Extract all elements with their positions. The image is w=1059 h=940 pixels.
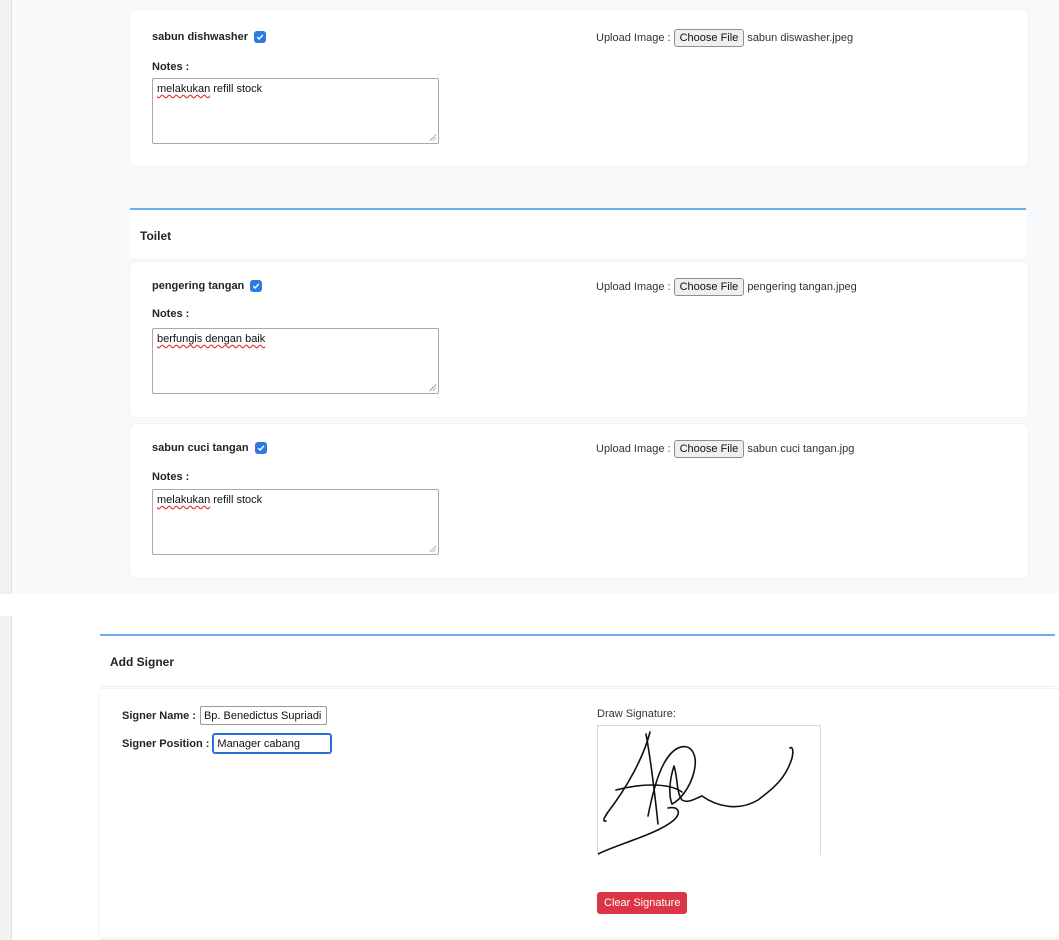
item-name: sabun cuci tangan	[152, 442, 267, 454]
notes-text: berfungis dengan baik	[157, 333, 266, 345]
signer-title: Add Signer	[110, 655, 175, 669]
resize-grip-icon[interactable]	[429, 545, 436, 552]
notes-label: Notes :	[152, 61, 190, 73]
draw-signature-label: Draw Signature:	[597, 708, 676, 720]
signer-position-label: Signer Position :	[122, 737, 210, 750]
item-checkbox[interactable]	[253, 31, 266, 43]
upload-label: Upload Image :	[596, 443, 671, 455]
choose-file-button[interactable]: Choose File	[673, 29, 745, 47]
item-name-label: pengering tangan	[152, 280, 245, 292]
item-name-label: sabun cuci tangan	[152, 442, 249, 454]
checklist-panel: sabun dishwasher Notes : melakukan refil…	[0, 0, 1059, 594]
signer-header: Add Signer	[100, 634, 1055, 686]
item-checkbox[interactable]	[254, 442, 267, 454]
notes-label: Notes :	[152, 471, 190, 483]
signer-position-input[interactable]	[212, 733, 333, 754]
signature-canvas[interactable]	[597, 725, 821, 855]
notes-textarea[interactable]: melakukan refill stock	[152, 489, 439, 555]
left-sidebar-edge	[0, 0, 12, 594]
signer-name-label: Signer Name :	[122, 709, 196, 722]
upload-image-row: Upload Image : Choose File sabun cuci ta…	[596, 440, 854, 458]
file-name: sabun diswasher.jpeg	[747, 32, 854, 44]
item-checkbox[interactable]	[250, 280, 263, 292]
check-icon	[253, 283, 260, 290]
notes-misspelled-word: melakukan	[157, 494, 211, 506]
signer-panel: Add Signer Signer Name : Signer Position…	[0, 616, 1059, 940]
check-icon	[256, 34, 264, 41]
upload-label: Upload Image :	[596, 32, 671, 44]
signer-form: Signer Name : Signer Position : Draw Sig…	[100, 688, 1059, 938]
choose-file-button[interactable]: Choose File	[673, 440, 745, 458]
notes-text-rest: refill stock	[210, 494, 263, 506]
upload-image-row: Upload Image : Choose File pengering tan…	[596, 278, 857, 296]
resize-grip-icon[interactable]	[429, 384, 436, 391]
section-header-toilet: Toilet	[130, 208, 1026, 258]
item-card-sabun-cuci-tangan: sabun cuci tangan Notes : melakukan refi…	[130, 424, 1028, 578]
signer-position-row: Signer Position :	[122, 733, 333, 754]
clear-signature-button[interactable]: Clear Signature	[597, 892, 688, 914]
item-name: pengering tangan	[152, 280, 263, 292]
item-name-label: sabun dishwasher	[152, 31, 248, 43]
signer-name-row: Signer Name :	[122, 706, 327, 725]
notes-textarea[interactable]: melakukan refill stock	[152, 78, 439, 144]
choose-file-button[interactable]: Choose File	[673, 278, 745, 296]
left-sidebar-edge	[0, 616, 12, 940]
upload-label: Upload Image :	[596, 281, 671, 293]
file-name: sabun cuci tangan.jpg	[747, 443, 855, 455]
file-name: pengering tangan.jpeg	[747, 281, 857, 293]
signature-drawing	[598, 731, 794, 855]
check-icon	[257, 445, 264, 452]
item-card-sabun-dishwasher: sabun dishwasher Notes : melakukan refil…	[130, 10, 1028, 166]
notes-text-rest: refill stock	[210, 83, 263, 95]
screenshot-gap	[0, 594, 1059, 616]
signer-name-input[interactable]	[199, 706, 327, 725]
section-title: Toilet	[140, 229, 172, 243]
notes-misspelled-word: melakukan	[157, 83, 211, 95]
item-name: sabun dishwasher	[152, 31, 266, 43]
notes-label: Notes :	[152, 308, 190, 320]
notes-textarea[interactable]: berfungis dengan baik	[152, 328, 439, 394]
resize-grip-icon[interactable]	[429, 134, 436, 141]
item-card-pengering-tangan: pengering tangan Notes : berfungis denga…	[130, 262, 1028, 417]
upload-image-row: Upload Image : Choose File sabun diswash…	[596, 29, 853, 47]
